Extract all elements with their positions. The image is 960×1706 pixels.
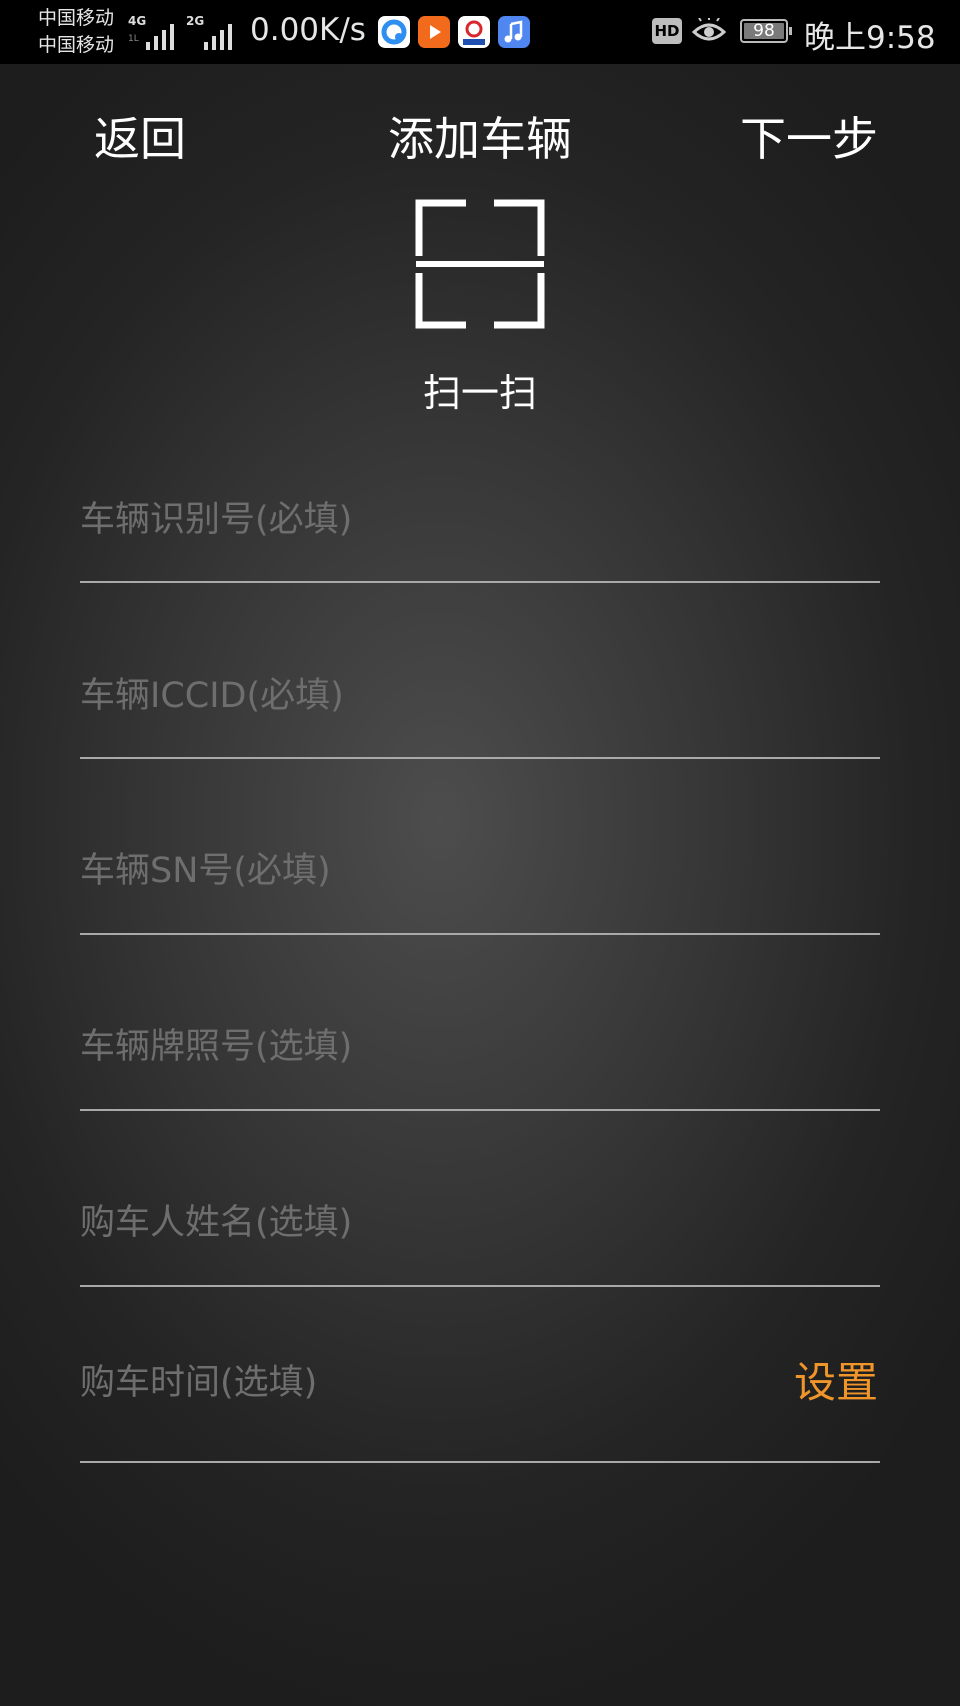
vin-input[interactable] bbox=[80, 495, 800, 545]
network-speed: 0.00K/s bbox=[250, 12, 366, 48]
plate-divider bbox=[80, 1109, 880, 1111]
hd-badge: HD bbox=[652, 18, 682, 44]
music-app-icon bbox=[498, 16, 530, 48]
browser-app-icon bbox=[378, 16, 410, 48]
scan-icon bbox=[414, 198, 546, 334]
buyer-name-field bbox=[80, 1152, 880, 1328]
plate-input[interactable] bbox=[80, 1022, 800, 1072]
carrier-2-label: 中国移动 bbox=[38, 34, 115, 56]
vin-divider bbox=[80, 581, 880, 583]
iccid-input[interactable] bbox=[80, 671, 800, 721]
signal-1-type: 4G bbox=[128, 14, 147, 28]
battery-level: 98 bbox=[753, 21, 775, 41]
signal-2-type: 2G bbox=[186, 14, 205, 28]
buyer-name-divider bbox=[80, 1285, 880, 1287]
vin-field bbox=[80, 449, 880, 625]
purchase-time-divider bbox=[80, 1461, 880, 1463]
news-app-icon bbox=[458, 16, 490, 48]
scan-label: 扫一扫 bbox=[422, 371, 537, 415]
sn-input[interactable] bbox=[80, 846, 800, 896]
video-app-icon bbox=[418, 16, 450, 48]
eye-comfort-icon bbox=[691, 17, 727, 48]
signal-1-sub: 1L bbox=[128, 34, 139, 44]
set-purchase-time-button[interactable]: 设置 bbox=[794, 1349, 878, 1410]
buyer-name-input[interactable] bbox=[80, 1198, 800, 1248]
iccid-divider bbox=[80, 757, 880, 759]
status-bar: 中国移动 中国移动 4G 1L 2G 0.00K/s HD 98 晚上9:58 bbox=[0, 0, 960, 64]
status-time: 晚上9:58 bbox=[804, 20, 936, 56]
carrier-info: 中国移动 中国移动 bbox=[38, 5, 114, 59]
purchase-time-label: 购车时间(选填) bbox=[80, 1363, 318, 1403]
carrier-1-label: 中国移动 bbox=[38, 7, 115, 29]
plate-field bbox=[80, 976, 880, 1152]
battery-icon: 98 bbox=[740, 19, 792, 43]
iccid-field bbox=[80, 625, 880, 801]
sn-field bbox=[80, 800, 880, 976]
next-step-button[interactable]: 下一步 bbox=[740, 103, 878, 169]
sn-divider bbox=[80, 933, 880, 935]
